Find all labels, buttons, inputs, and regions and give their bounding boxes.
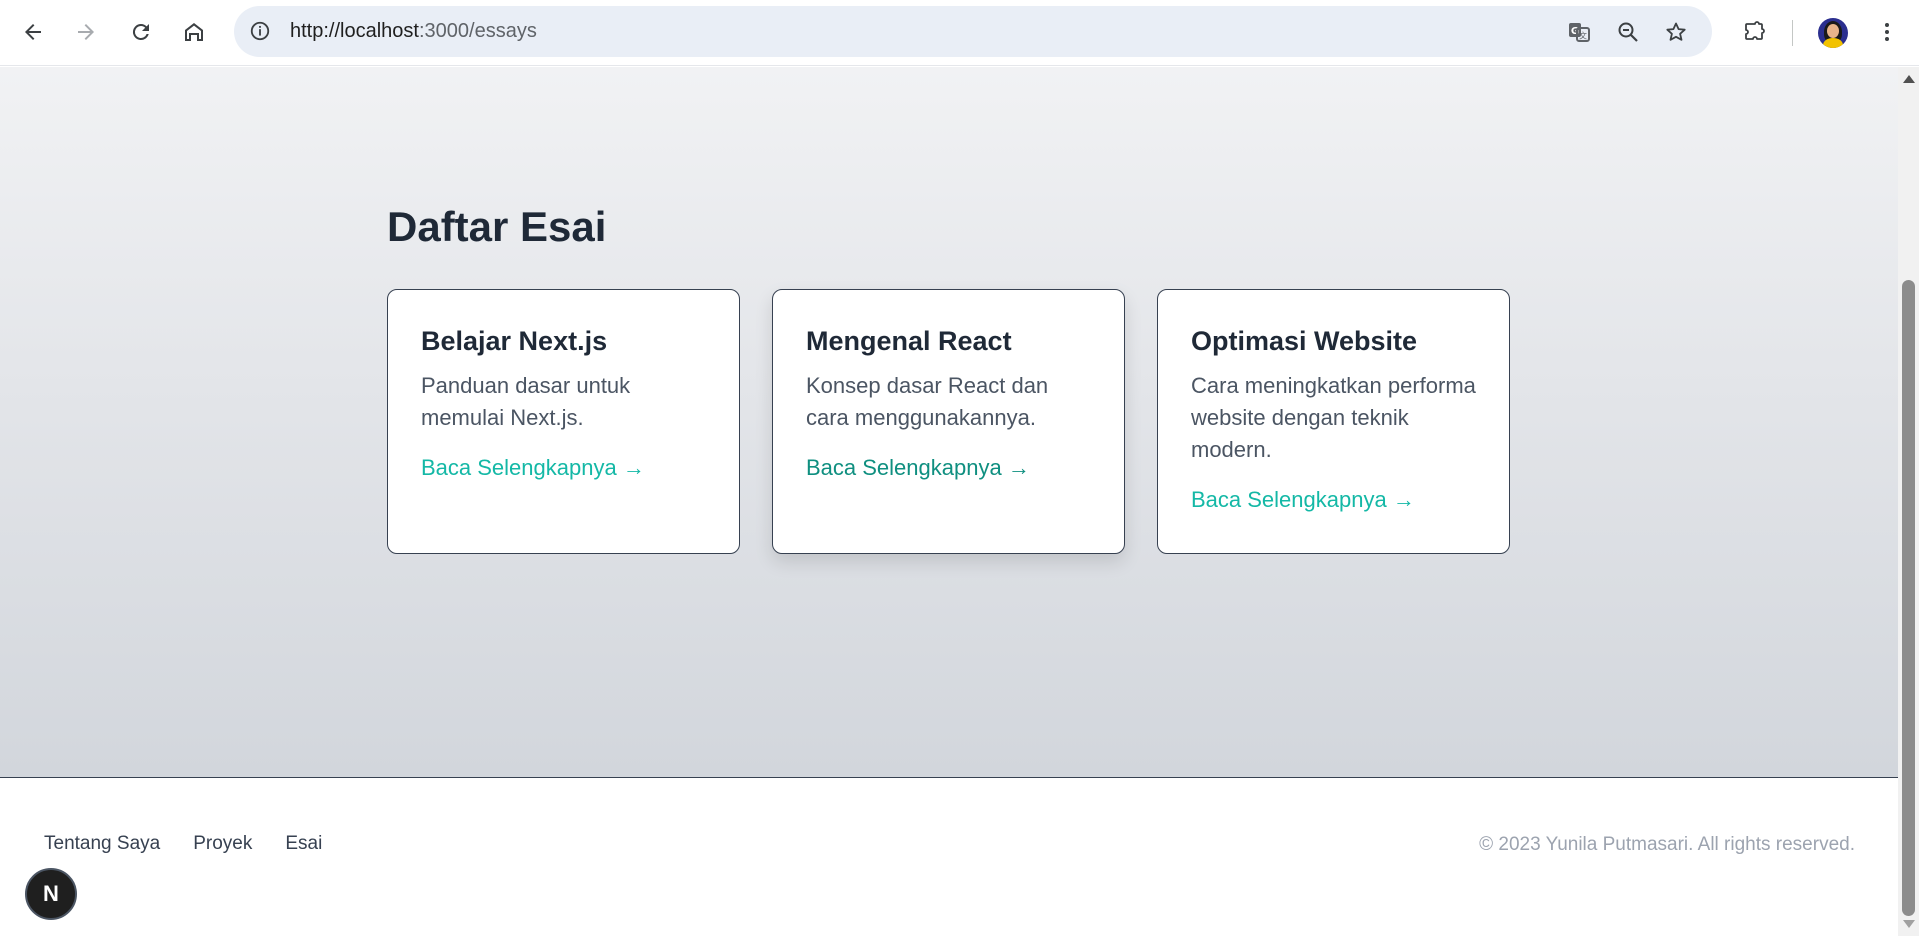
page-title: Daftar Esai: [387, 203, 607, 250]
forward-button[interactable]: [66, 12, 106, 52]
arrow-right-icon: [78, 24, 94, 40]
home-button[interactable]: [174, 12, 214, 52]
essay-description: Konsep dasar React dan cara menggunakann…: [806, 373, 1049, 430]
scroll-up-arrow-icon[interactable]: [1903, 75, 1915, 83]
extensions-button[interactable]: [1734, 12, 1774, 52]
essay-title: Belajar Next.js: [421, 326, 608, 356]
footer-nav: Tentang Saya Proyek Esai: [44, 833, 322, 855]
reload-icon: [132, 23, 149, 40]
read-more-link[interactable]: Baca Selengkapnya →: [1191, 484, 1415, 516]
essay-title: Optimasi Website: [1191, 326, 1418, 356]
read-more-link[interactable]: Baca Selengkapnya →: [806, 452, 1030, 484]
main-content: Daftar Esai Belajar Next.js Panduan dasa…: [0, 67, 1898, 778]
toolbar-divider: [1792, 20, 1793, 46]
zoom-out-icon[interactable]: [1615, 19, 1641, 45]
copyright-text: © 2023 Yunila Putmasari. All rights rese…: [1479, 834, 1855, 855]
footer-link-about[interactable]: Tentang Saya: [44, 833, 160, 855]
arrow-left-icon: [25, 24, 41, 40]
essay-card[interactable]: Belajar Next.js Panduan dasar untuk memu…: [387, 289, 740, 554]
puzzle-icon: [1745, 21, 1765, 40]
info-icon[interactable]: [248, 19, 272, 43]
kebab-menu-icon: [1885, 23, 1889, 41]
footer: Tentang Saya Proyek Esai © 2023 Yunila P…: [0, 779, 1898, 936]
essay-card[interactable]: Optimasi Website Cara meningkatkan perfo…: [1157, 289, 1510, 554]
translate-icon[interactable]: G文: [1566, 19, 1592, 45]
essay-card[interactable]: Mengenal React Konsep dasar React dan ca…: [772, 289, 1125, 554]
essay-description: Panduan dasar untuk memulai Next.js.: [421, 373, 631, 430]
reload-button[interactable]: [121, 12, 161, 52]
nextjs-dev-badge[interactable]: N: [25, 868, 77, 920]
footer-link-projects[interactable]: Proyek: [193, 833, 252, 855]
back-button[interactable]: [13, 12, 53, 52]
scroll-down-arrow-icon[interactable]: [1903, 920, 1915, 928]
svg-text:文: 文: [1579, 31, 1587, 41]
star-icon[interactable]: [1663, 19, 1689, 45]
browser-toolbar: http://localhost:3000/essays G文: [0, 0, 1919, 66]
scroll-thumb[interactable]: [1902, 280, 1915, 916]
footer-link-essays[interactable]: Esai: [285, 833, 322, 855]
address-bar[interactable]: http://localhost:3000/essays G文: [234, 6, 1712, 57]
menu-button[interactable]: [1867, 12, 1907, 52]
essay-title: Mengenal React: [806, 326, 1012, 356]
url-path: :3000/essays: [418, 20, 537, 42]
page-viewport: Daftar Esai Belajar Next.js Panduan dasa…: [0, 67, 1898, 936]
url-text[interactable]: http://localhost:3000/essays: [290, 6, 537, 57]
vertical-scrollbar[interactable]: [1898, 67, 1919, 936]
essay-description: Cara meningkatkan performa website denga…: [1191, 373, 1476, 462]
home-icon: [185, 23, 203, 41]
avatar[interactable]: [1818, 18, 1848, 48]
read-more-link[interactable]: Baca Selengkapnya →: [421, 452, 645, 484]
url-host: http://localhost: [290, 20, 419, 42]
